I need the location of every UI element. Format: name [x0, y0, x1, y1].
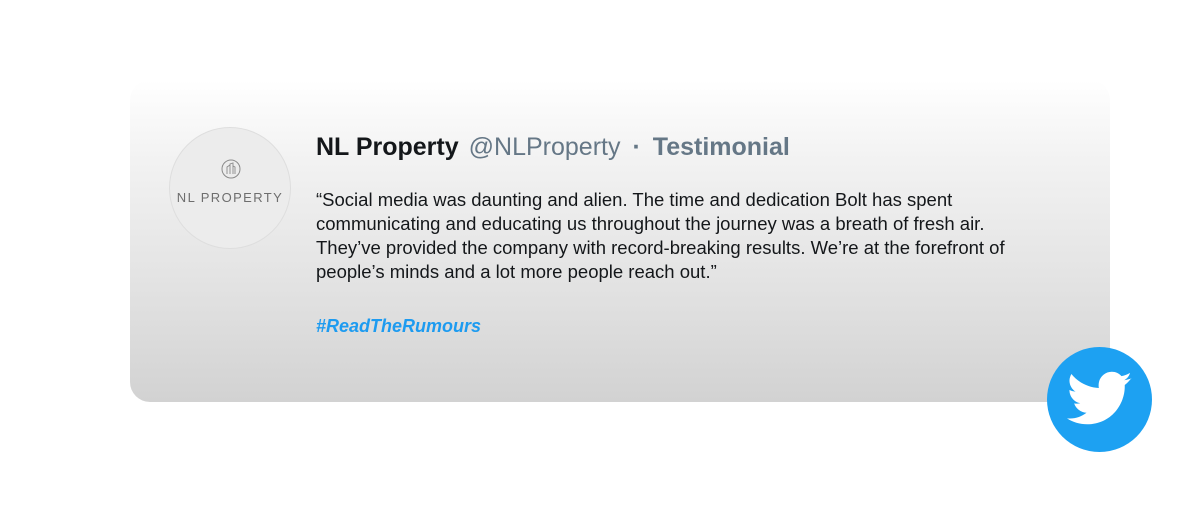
account-name[interactable]: NL Property: [316, 133, 459, 161]
post-label: Testimonial: [652, 133, 790, 161]
hashtag-link[interactable]: #ReadTheRumours: [316, 316, 481, 337]
twitter-badge[interactable]: [1047, 347, 1152, 452]
tweet-header: NL Property @NLProperty · Testimonial: [316, 131, 790, 167]
testimonial-quote: “Social media was daunting and alien. Th…: [316, 189, 1005, 282]
account-handle[interactable]: @NLProperty: [469, 133, 621, 161]
logo-text: NL PROPERTY: [176, 190, 284, 205]
building-logo-icon: [221, 159, 241, 179]
twitter-bird-icon: [1067, 371, 1132, 425]
header-separator: ·: [632, 133, 641, 161]
testimonial-stage: NL PROPERTY NL Property @NLProperty · Testi…: [0, 0, 1200, 528]
avatar[interactable]: NL PROPERTY: [169, 127, 291, 249]
